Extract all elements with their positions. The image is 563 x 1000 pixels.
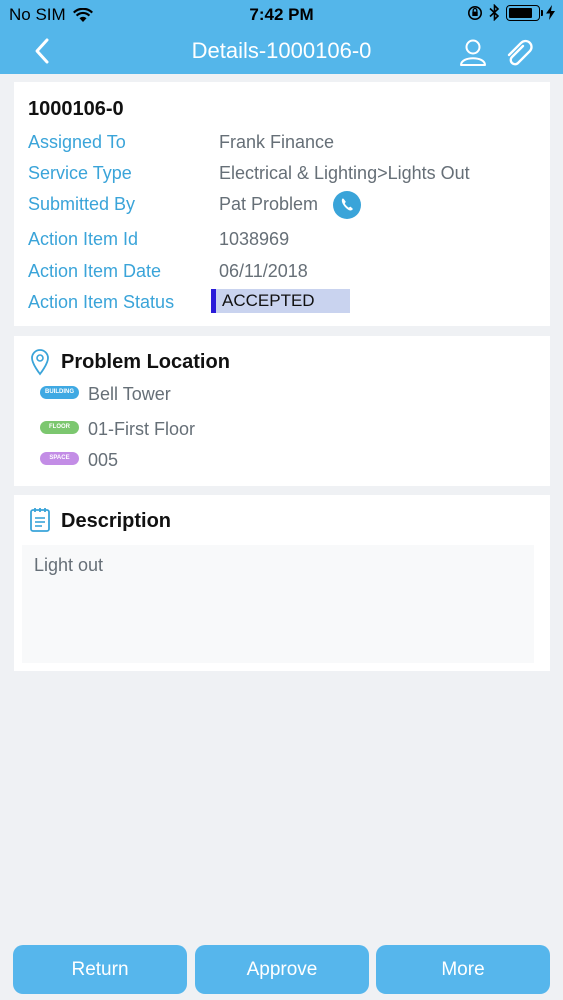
detail-label: Action Item Status	[28, 292, 175, 312]
phone-icon[interactable]	[333, 191, 361, 219]
detail-value: Pat Problem	[219, 194, 319, 214]
user-icon[interactable]	[459, 37, 487, 67]
status-badge: ACCEPTED	[211, 289, 350, 313]
detail-value: 06/11/2018	[219, 261, 308, 281]
detail-label: Action Item Date	[28, 261, 162, 281]
building-tag: BUILDING	[40, 386, 79, 399]
battery-level	[509, 7, 532, 18]
charging-icon	[546, 5, 555, 20]
detail-value: Frank Finance	[219, 132, 335, 152]
paperclip-icon[interactable]	[504, 37, 534, 67]
floor-tag: FLOOR	[40, 421, 79, 434]
section-title: Description	[61, 510, 172, 532]
space-value: 005	[88, 450, 119, 470]
detail-label: Action Item Id	[28, 229, 139, 249]
battery-tip	[540, 9, 543, 16]
bluetooth-icon	[489, 4, 500, 21]
approve-button[interactable]: Approve	[195, 945, 369, 994]
detail-value: 1038969	[219, 229, 290, 249]
location-pin-icon	[31, 349, 49, 376]
header: No SIM 7:42 PM Details-1000106-0	[0, 0, 563, 74]
detail-value: Electrical & Lighting>Lights Out	[219, 163, 470, 183]
description-card: Description Light out	[14, 495, 550, 671]
detail-label: Submitted By	[28, 194, 136, 214]
status-bar: No SIM 7:42 PM	[0, 0, 563, 30]
description-text: Light out	[34, 555, 104, 575]
document-icon	[30, 508, 50, 532]
return-button[interactable]: Return	[13, 945, 187, 994]
details-card: 1000106-0 Assigned To Frank Finance Serv…	[14, 82, 550, 326]
floor-value: 01-First Floor	[88, 419, 196, 439]
building-value: Bell Tower	[88, 384, 171, 404]
phone-glyph	[341, 198, 353, 211]
detail-label: Service Type	[28, 163, 132, 183]
detail-label: Assigned To	[28, 132, 126, 152]
space-tag: SPACE	[40, 452, 79, 465]
more-button[interactable]: More	[376, 945, 550, 994]
status-right	[467, 4, 555, 21]
back-chevron-icon[interactable]	[30, 36, 58, 66]
orientation-lock-icon	[468, 5, 482, 20]
item-number: 1000106-0	[28, 98, 124, 120]
battery-icon	[506, 4, 543, 21]
location-card: Problem Location BUILDING Bell Tower FLO…	[14, 336, 550, 486]
description-box[interactable]: Light out	[22, 545, 534, 663]
section-title: Problem Location	[61, 351, 230, 373]
